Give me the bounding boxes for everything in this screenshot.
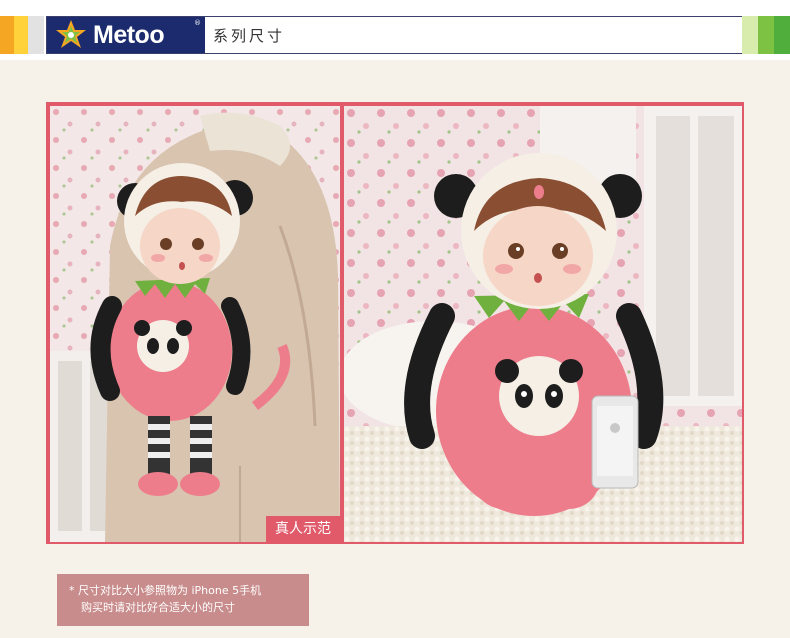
section-title: 系列尺寸 — [213, 27, 286, 45]
stripe-yellow — [14, 16, 28, 54]
metoo-logo: Metoo ® — [47, 17, 205, 53]
note-line-1: * 尺寸对比大小参照物为 iPhone 5手机 — [69, 584, 262, 597]
worn-backpack-photo: 真人示范 — [50, 106, 340, 542]
stripe-light-green — [742, 16, 758, 54]
real-person-caption: 真人示范 — [266, 516, 340, 542]
stripe-dark-green — [774, 16, 790, 54]
star-logo-icon — [56, 20, 86, 48]
stripe-gray — [28, 16, 44, 54]
size-note: * 尺寸对比大小参照物为 iPhone 5手机 购买时请对比好合适大小的尺寸 — [57, 574, 309, 626]
stripe-green — [758, 16, 774, 54]
photo-frame: 真人示范 — [46, 102, 744, 544]
registered-mark: ® — [194, 19, 201, 27]
logo-text: Metoo — [93, 20, 165, 49]
size-comparison-photo — [344, 106, 742, 542]
note-line-2: 购买时请对比好合适大小的尺寸 — [81, 601, 235, 614]
header-box: Metoo ® 系列尺寸 — [46, 16, 743, 54]
brand-header: Metoo ® 系列尺寸 — [0, 16, 790, 54]
size-comparison-illustration — [344, 106, 742, 542]
worn-backpack-illustration — [50, 106, 340, 542]
stripe-orange — [0, 16, 14, 54]
